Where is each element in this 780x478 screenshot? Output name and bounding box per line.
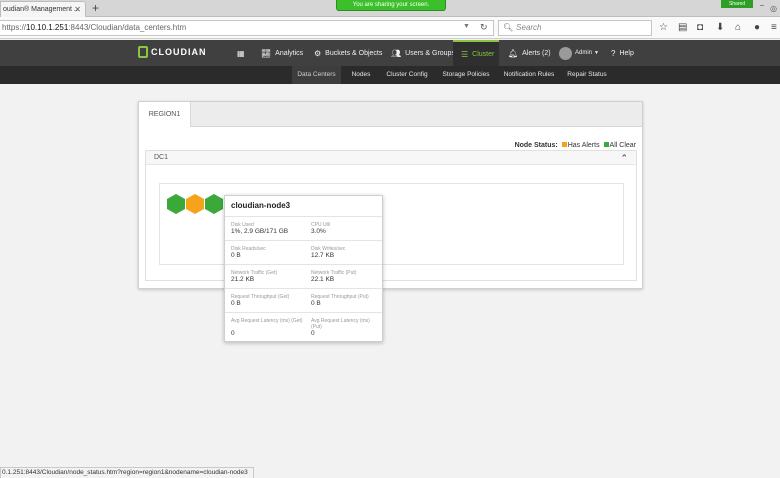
download-icon[interactable]: ⬇	[716, 21, 724, 35]
url-path: :8443/Cloudian/data_centers.htm	[68, 23, 187, 32]
legend-all-clear: All Clear	[609, 142, 636, 149]
users-icon: 👥︎	[391, 48, 402, 58]
subnav-repair-status[interactable]: Repair Status	[565, 66, 609, 84]
subnav-nodes[interactable]: Nodes	[346, 66, 376, 84]
node-hex-3[interactable]	[205, 194, 223, 214]
nav-analytics-label: Analytics	[275, 49, 304, 57]
latency-get-value: 0	[231, 330, 235, 337]
node-status-label: Node Status:	[514, 142, 558, 149]
disk-writes-value: 12.7 KB	[311, 252, 335, 259]
screen-share-banner: You are sharing your screen.	[336, 0, 446, 11]
tab-region1[interactable]: REGION1	[139, 102, 191, 127]
node-status-legend: Node Status: Has Alerts All Clear	[515, 142, 636, 149]
logo-text: CLOUDIAN	[151, 47, 207, 57]
url-dropdown-icon[interactable]: ▼	[463, 20, 470, 34]
datacenter-header[interactable]: DC1 ⌃	[146, 151, 636, 165]
browser-search-input[interactable]: 🔍︎ Search	[498, 20, 652, 36]
cloudian-logo[interactable]: CLOUDIAN	[138, 46, 207, 58]
divider	[225, 264, 382, 265]
latency-put-value: 0	[311, 330, 315, 337]
subnav-cluster-config[interactable]: Cluster Config	[382, 66, 432, 84]
bell-icon: 🔔︎	[508, 48, 519, 58]
nav-alerts-label: Alerts (2)	[522, 49, 551, 57]
dashboard-button[interactable]: ▦	[237, 40, 247, 66]
divider	[225, 312, 382, 313]
net-get-value: 21.2 KB	[231, 276, 255, 283]
gear-icon: ⚙	[314, 48, 322, 58]
grid-icon: ▦	[237, 48, 245, 58]
latency-get-label: Avg Request Latency (ms) (Get)	[231, 318, 303, 324]
browser-tab-bar: oudian® Management ... ✕ + You are shari…	[0, 0, 780, 17]
node-detail-popup: cloudian-node3 Disk Used 1%, 2.9 GB/171 …	[224, 195, 383, 342]
nav-buckets-label: Buckets & Objects	[325, 49, 383, 57]
nav-help[interactable]: ? Help	[611, 40, 634, 66]
subnav-data-centers[interactable]: Data Centers	[292, 66, 341, 84]
nav-cluster-label: Cluster	[472, 50, 495, 58]
reload-icon[interactable]: ↻	[480, 20, 488, 34]
nav-users-label: Users & Groups	[405, 49, 455, 57]
caret-down-icon: ▼	[594, 50, 599, 56]
shared-badge: Shared	[721, 0, 753, 8]
subnav-notification-rules[interactable]: Notification Rules	[501, 66, 557, 84]
browser-nav-bar: https://10.10.1.251:8443/Cloudian/data_c…	[0, 17, 780, 39]
nav-alerts[interactable]: 🔔︎ Alerts (2)	[508, 40, 551, 66]
nav-cluster[interactable]: ☰ Cluster	[453, 40, 499, 66]
alert-swatch-icon	[561, 142, 567, 147]
subnav-storage-policies[interactable]: Storage Policies	[440, 66, 492, 84]
browser-tab-title: oudian® Management ...	[3, 6, 80, 13]
popup-node-name: cloudian-node3	[231, 201, 291, 210]
menu-icon[interactable]: ≡	[771, 21, 777, 35]
divider	[225, 240, 382, 241]
throughput-get-value: 0 B	[231, 300, 241, 307]
url-host: 10.10.1.251	[26, 23, 69, 32]
app-header: CLOUDIAN ▦ 📈︎ Analytics ⚙ Buckets & Object…	[0, 40, 780, 66]
window-control-icon[interactable]: ◎	[770, 4, 777, 13]
legend-has-alerts: Has Alerts	[567, 142, 600, 149]
data-centers-panel: REGION1 Node Status: Has Alerts All Clea…	[138, 101, 643, 289]
disk-reads-value: 0 B	[231, 252, 241, 259]
minimize-icon[interactable]: –	[760, 2, 764, 9]
help-icon: ?	[611, 48, 616, 58]
chevron-up-icon[interactable]: ⌃	[620, 151, 628, 165]
node-hex-1[interactable]	[167, 194, 185, 214]
chat-icon[interactable]: ●	[754, 21, 760, 35]
avatar	[559, 46, 572, 60]
latency-put-label: Avg Request Latency (ms) (Put)	[311, 318, 370, 330]
nav-admin[interactable]: Admin ▼	[559, 40, 599, 66]
list-icon: ☰	[461, 49, 469, 59]
pocket-icon[interactable]: ◘	[697, 21, 703, 35]
nav-buckets-objects[interactable]: ⚙ Buckets & Objects	[314, 40, 382, 66]
search-icon: 🔍︎	[503, 23, 514, 32]
chart-icon: 📈︎	[261, 48, 272, 58]
logo-mark-icon	[138, 46, 148, 58]
cpu-value: 3.0%	[311, 228, 326, 235]
cluster-subnav: Data Centers Nodes Cluster Config Storag…	[0, 66, 780, 84]
link-status-bar: 0.1.251:8443/Cloudian/node_status.htm?re…	[0, 467, 254, 478]
address-bar[interactable]: https://10.10.1.251:8443/Cloudian/data_c…	[0, 20, 494, 36]
url-scheme: https://	[2, 23, 27, 32]
node-hex-2[interactable]	[186, 194, 204, 214]
nav-users-groups[interactable]: 👥︎ Users & Groups	[391, 40, 455, 66]
reading-list-icon[interactable]: ▤	[678, 21, 687, 35]
datacenter-box: DC1 ⌃	[145, 150, 637, 281]
new-tab-button[interactable]: +	[92, 1, 99, 15]
close-icon[interactable]: ✕	[74, 2, 81, 17]
bookmark-star-icon[interactable]: ☆	[659, 21, 668, 35]
divider	[225, 216, 382, 217]
home-icon[interactable]: ⌂	[735, 21, 741, 35]
nav-help-label: Help	[619, 49, 634, 57]
disk-used-value: 1%, 2.9 GB/171 GB	[231, 228, 289, 235]
nav-admin-label: Admin	[575, 50, 593, 56]
datacenter-label: DC1	[154, 154, 169, 161]
throughput-put-value: 0 B	[311, 300, 321, 307]
search-placeholder: Search	[516, 23, 542, 32]
clear-swatch-icon	[603, 142, 609, 147]
region-tabs: REGION1	[139, 102, 642, 127]
net-put-value: 22.1 KB	[311, 276, 335, 283]
divider	[225, 288, 382, 289]
browser-tab[interactable]: oudian® Management ... ✕	[0, 1, 86, 17]
nav-analytics[interactable]: 📈︎ Analytics	[261, 40, 303, 66]
